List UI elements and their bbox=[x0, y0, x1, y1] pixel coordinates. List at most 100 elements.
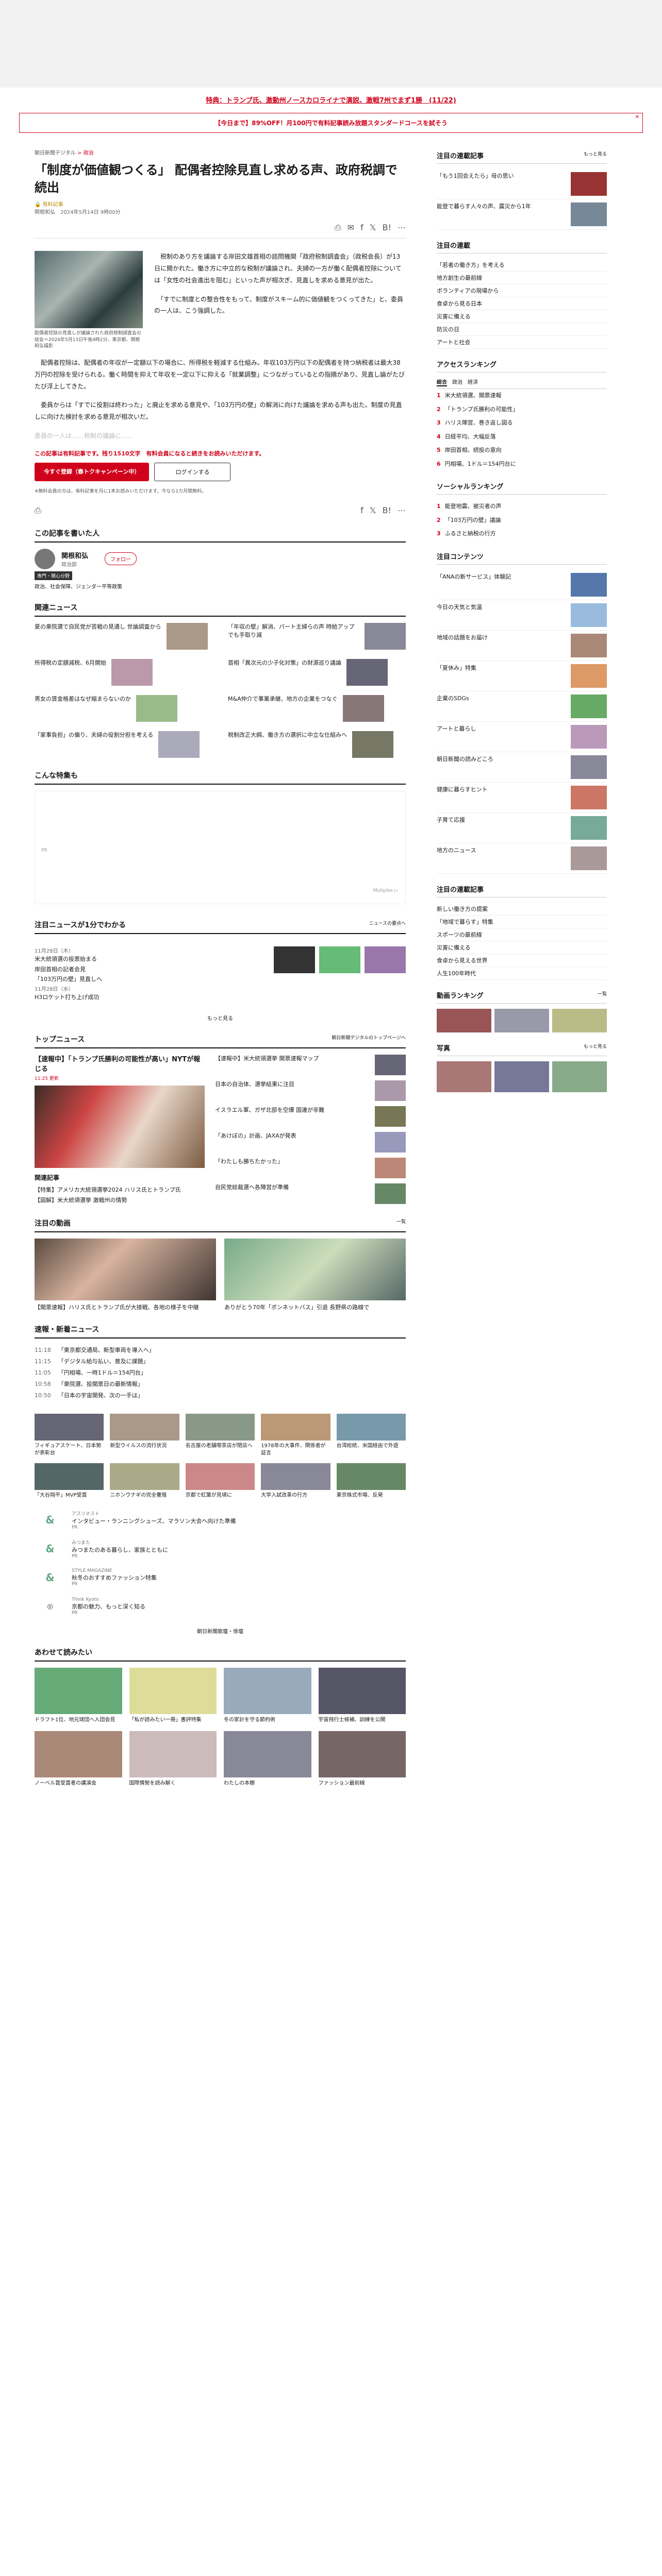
rank-item[interactable]: 2 「トランプ氏勝利の可能性」 bbox=[437, 403, 607, 417]
facebook-icon[interactable]: f bbox=[360, 505, 363, 516]
timeline-item[interactable]: H3ロケット打ち上げ成功 bbox=[35, 992, 102, 1003]
sponsored-item[interactable]: & みつまた みつまたのある暮らし、家族とともに PR bbox=[35, 1538, 406, 1559]
video-rank-more[interactable]: 一覧 bbox=[598, 990, 607, 1000]
avatar[interactable] bbox=[35, 548, 55, 569]
list-item[interactable]: 首相「異次元の少子化対策」の財源巡り議論 bbox=[228, 658, 406, 686]
timeline-item[interactable]: 岸田首相の記者会見 bbox=[35, 964, 102, 975]
list-item[interactable]: 自民党総裁選へ各陣営が準備 bbox=[215, 1183, 406, 1204]
x-icon[interactable]: 𝕏 bbox=[370, 223, 376, 233]
ticker-item[interactable]: 11:15 「デジタル給与払い、普及に課題」 bbox=[35, 1356, 406, 1367]
grid-item[interactable]: ノーベル賞受賞者の講演会 bbox=[35, 1731, 122, 1787]
list-item[interactable]: 「ANAの新サービス」体験記 bbox=[437, 570, 607, 600]
promo-link[interactable]: 特典：トランプ氏、激動州ノースカロライナで演説、激戦7州でまず1勝 (11/22… bbox=[206, 97, 456, 105]
subscribe-button[interactable]: 今すぐ登録（春トクキャンペーン中） bbox=[35, 462, 150, 481]
list-item[interactable]: M&A仲介で事業承継、地方の企業をつなぐ bbox=[228, 694, 406, 722]
side-pickup-more[interactable]: もっと見る bbox=[584, 150, 607, 160]
facebook-icon[interactable]: f bbox=[360, 223, 363, 233]
more-button[interactable]: もっと見る bbox=[35, 1014, 406, 1022]
print-icon[interactable]: ⎙ bbox=[35, 505, 41, 516]
photo-item[interactable] bbox=[494, 1061, 549, 1092]
grid-item[interactable]: 大学入試改革の行方 bbox=[261, 1463, 330, 1499]
timeline-item[interactable]: 米大統領選の投票始まる bbox=[35, 954, 102, 964]
grid-item[interactable]: ニホンウナギの完全養殖 bbox=[110, 1463, 179, 1499]
promo-line[interactable]: 特典：トランプ氏、激動州ノースカロライナで演説、激戦7州でまず1勝 (11/22… bbox=[0, 88, 662, 110]
list-item[interactable]: 「家事負担」の偏り、夫婦の役割分担を考える bbox=[35, 731, 212, 758]
grid-item[interactable]: 宇宙飛行士候補、訓練を公開 bbox=[318, 1668, 406, 1724]
hatena-icon[interactable]: B! bbox=[383, 505, 391, 516]
print-icon[interactable]: ⎙ bbox=[335, 223, 341, 233]
list-item[interactable]: 今日の天気と気温 bbox=[437, 600, 607, 631]
list-item[interactable]: 防災の日 bbox=[437, 323, 607, 336]
login-button[interactable]: ログインする bbox=[154, 462, 231, 481]
rank-item[interactable]: 5 岸田首相、続投の意向 bbox=[437, 444, 607, 457]
list-item[interactable]: 日本の自治体、選挙結果に注目 bbox=[215, 1080, 406, 1101]
breadcrumb-section[interactable]: 政治 bbox=[84, 150, 94, 156]
lead-headline[interactable]: 【速報中】「トランプ氏勝利の可能性が高い」NYTが報じる bbox=[35, 1055, 205, 1075]
rank-item[interactable]: 4 日経平均、大幅反落 bbox=[437, 430, 607, 444]
list-item[interactable]: 「若者の働き方」を考える bbox=[437, 259, 607, 272]
subscription-banner[interactable]: 【今日まで】89%OFF！月100円で有料記事読み放題スタンダードコースを試そう… bbox=[19, 113, 643, 133]
list-item[interactable]: 地方のニュース bbox=[437, 843, 607, 874]
related-link[interactable]: 【図解】米大統領選挙 激戦州の情勢 bbox=[35, 1195, 205, 1206]
sponsored-item[interactable]: & STYLE MAGAZINE 秋冬のおすすめファッション特集 PR bbox=[35, 1567, 406, 1588]
list-item[interactable]: 健康に暮らすヒント bbox=[437, 783, 607, 813]
timeline-sub[interactable]: ニュースの要点へ bbox=[369, 920, 406, 930]
follow-button[interactable]: フォロー bbox=[105, 552, 137, 566]
grid-item[interactable]: 名古屋の老舗喫茶店が閉店へ bbox=[185, 1414, 255, 1457]
ticker-item[interactable]: 11:18 「東京都交通局、新型車両を導入へ」 bbox=[35, 1345, 406, 1356]
grid-item[interactable]: 国際情勢を読み解く bbox=[129, 1731, 217, 1787]
list-item[interactable]: 食卓から見える世界 bbox=[437, 954, 607, 967]
topnews-sub[interactable]: 朝日新聞デジタルのトップページへ bbox=[332, 1034, 406, 1044]
sponsored-item[interactable]: ◎ Think Kyoto 京都の魅力、もっと深く知る PR bbox=[35, 1596, 406, 1617]
list-item[interactable]: 「わたしも勝ちたかった」 bbox=[215, 1157, 406, 1178]
list-item[interactable]: イスラエル軍、ガザ北部を空爆 国連が非難 bbox=[215, 1106, 406, 1127]
photo-item[interactable] bbox=[552, 1061, 607, 1092]
photos-more[interactable]: もっと見る bbox=[584, 1043, 607, 1053]
mail-icon[interactable]: ✉ bbox=[347, 223, 354, 233]
list-item[interactable]: スポーツの最前線 bbox=[437, 928, 607, 941]
hatena-icon[interactable]: B! bbox=[383, 223, 391, 233]
list-item[interactable]: 男女の賃金格差はなぜ縮まらないのか bbox=[35, 694, 212, 722]
list-item[interactable]: 「あけぼの」計画、JAXAが発表 bbox=[215, 1131, 406, 1153]
list-item[interactable]: 食卓から見る日本 bbox=[437, 297, 607, 310]
tab-economy[interactable]: 経済 bbox=[468, 378, 478, 386]
list-item[interactable]: 新しい働き方の提案 bbox=[437, 903, 607, 916]
grid-item[interactable]: 京都で紅葉が見頃に bbox=[185, 1463, 255, 1499]
list-item[interactable]: 夏の衆院選で自民党が苦戦の見通し 世論調査から bbox=[35, 622, 212, 650]
sponsored-item[interactable]: & アスリネスト インタビュー・ランニングシューズ、マラソン大会へ向けた準備 PR bbox=[35, 1510, 406, 1530]
videos-more[interactable]: 一覧 bbox=[396, 1218, 406, 1228]
x-icon[interactable]: 𝕏 bbox=[370, 505, 376, 516]
lead-photo[interactable] bbox=[35, 1085, 205, 1168]
timeline-item[interactable]: 「103万円の壁」見直しへ bbox=[35, 974, 102, 985]
video-item[interactable]: 【開票速報】ハリス氏とトランプ氏が大接戦、各地の様子を中継 bbox=[35, 1238, 216, 1312]
recommend-box[interactable]: PR Mutiplex ▷ bbox=[35, 790, 406, 904]
list-item[interactable]: 子育て応援 bbox=[437, 813, 607, 843]
list-item[interactable]: 災害に備える bbox=[437, 941, 607, 954]
breadcrumb-site[interactable]: 朝日新聞デジタル bbox=[35, 150, 76, 156]
more-icon[interactable]: ⋯ bbox=[398, 505, 406, 516]
list-item[interactable]: 地方創生の最前線 bbox=[437, 272, 607, 284]
list-item[interactable]: 税制改正大綱、働き方の選択に中立な仕組みへ bbox=[228, 731, 406, 758]
list-item[interactable]: 災害に備える bbox=[437, 310, 607, 323]
grid-item[interactable]: ドラフト1位、地元球団へ入団会見 bbox=[35, 1668, 122, 1724]
grid-item[interactable]: わたしの本棚 bbox=[224, 1731, 311, 1787]
list-item[interactable]: 「夏休み」特集 bbox=[437, 661, 607, 691]
video-item[interactable]: ありがとう70年「ボンネットバス」引退 長野県の路線で bbox=[224, 1238, 406, 1312]
list-item[interactable]: アートと暮らし bbox=[437, 722, 607, 752]
ticker-item[interactable]: 10:58 「衆院選、投開票日の最新情報」 bbox=[35, 1379, 406, 1390]
rank-item[interactable]: 1 能登地震、被災者の声 bbox=[437, 500, 607, 514]
list-item[interactable]: 「もう1回会えたら」母の思い bbox=[437, 169, 607, 199]
list-item[interactable]: 【速報中】米大統領選挙 開票速報マップ bbox=[215, 1054, 406, 1075]
list-item[interactable]: 朝日新聞の読みどころ bbox=[437, 752, 607, 783]
article-photo[interactable] bbox=[35, 251, 143, 329]
list-item[interactable]: 人生100年時代 bbox=[437, 967, 607, 980]
list-item[interactable]: ボランティアの現場から bbox=[437, 284, 607, 297]
list-item[interactable]: 「年収の壁」解消、パート主婦らの声 時給アップでも手取り減 bbox=[228, 622, 406, 650]
grid-item[interactable]: 1978年の大事件、関係者が証言 bbox=[261, 1414, 330, 1457]
tab-politics[interactable]: 政治 bbox=[452, 378, 462, 386]
list-item[interactable]: 「地域で暮らす」特集 bbox=[437, 916, 607, 928]
grid-item[interactable]: フィギュアスケート、日本勢が表彰台 bbox=[35, 1414, 104, 1457]
rank-item[interactable]: 6 円相場、1ドル＝154円台に bbox=[437, 457, 607, 471]
grid-item[interactable]: 「私が読みたい一冊」書評特集 bbox=[129, 1668, 217, 1724]
rank-item[interactable]: 3 ハリス陣営、巻き返し図る bbox=[437, 416, 607, 430]
